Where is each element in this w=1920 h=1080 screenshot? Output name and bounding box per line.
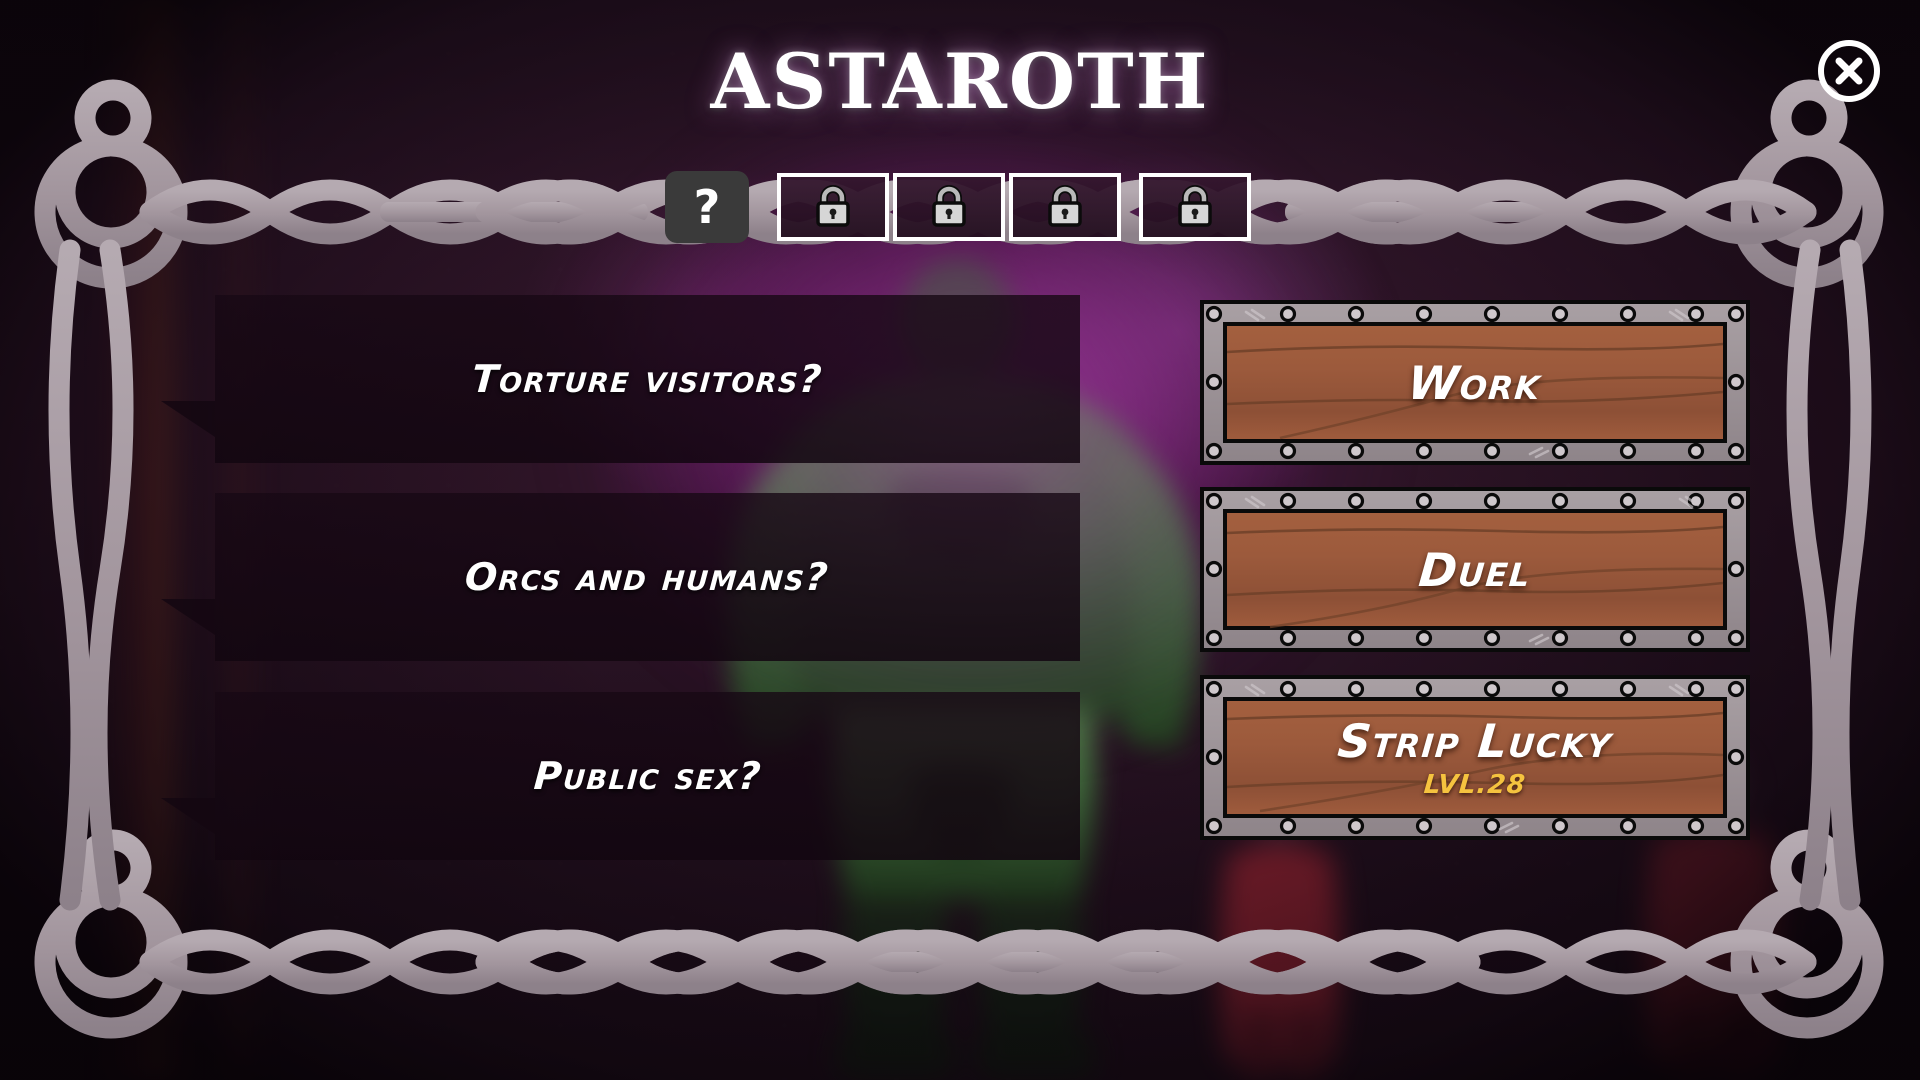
unknown-slot-button[interactable]: ? xyxy=(665,171,749,243)
locked-slot-4[interactable] xyxy=(1139,173,1251,241)
padlock-icon xyxy=(932,185,966,227)
dialogue-option-label: Torture visitors? xyxy=(470,357,825,401)
question-mark-icon: ? xyxy=(693,180,721,234)
padlock-icon xyxy=(1178,185,1212,227)
wooden-sign-graphic xyxy=(1200,487,1750,652)
dialogue-option-2[interactable]: Public sex? xyxy=(161,692,1080,860)
locked-slot-1[interactable] xyxy=(777,173,889,241)
locked-slot-3[interactable] xyxy=(1009,173,1121,241)
dialogue-option-tail xyxy=(161,401,215,437)
dialogue-option-label: Public sex? xyxy=(532,754,763,798)
close-circle-icon xyxy=(1818,40,1880,102)
action-button-duel[interactable]: Duel xyxy=(1200,487,1750,652)
dialogue-option-tail xyxy=(161,599,215,635)
padlock-icon xyxy=(1048,185,1082,227)
close-button[interactable] xyxy=(1816,38,1882,104)
action-button-strip-lucky[interactable]: Strip Lucky LVL.28 xyxy=(1200,675,1750,840)
dialogue-option-1[interactable]: Orcs and humans? xyxy=(161,493,1080,661)
dialogue-option-label: Orcs and humans? xyxy=(463,555,832,599)
wooden-sign-graphic xyxy=(1200,675,1750,840)
locked-slot-2[interactable] xyxy=(893,173,1005,241)
dialogue-option-tail xyxy=(161,798,215,834)
dialogue-option-0[interactable]: Torture visitors? xyxy=(161,295,1080,463)
wooden-sign-graphic xyxy=(1200,300,1750,465)
action-button-work[interactable]: Work xyxy=(1200,300,1750,465)
progress-slot-row: ? xyxy=(0,168,1920,246)
padlock-icon xyxy=(816,185,850,227)
page-title: ASTAROTH xyxy=(710,37,1210,126)
